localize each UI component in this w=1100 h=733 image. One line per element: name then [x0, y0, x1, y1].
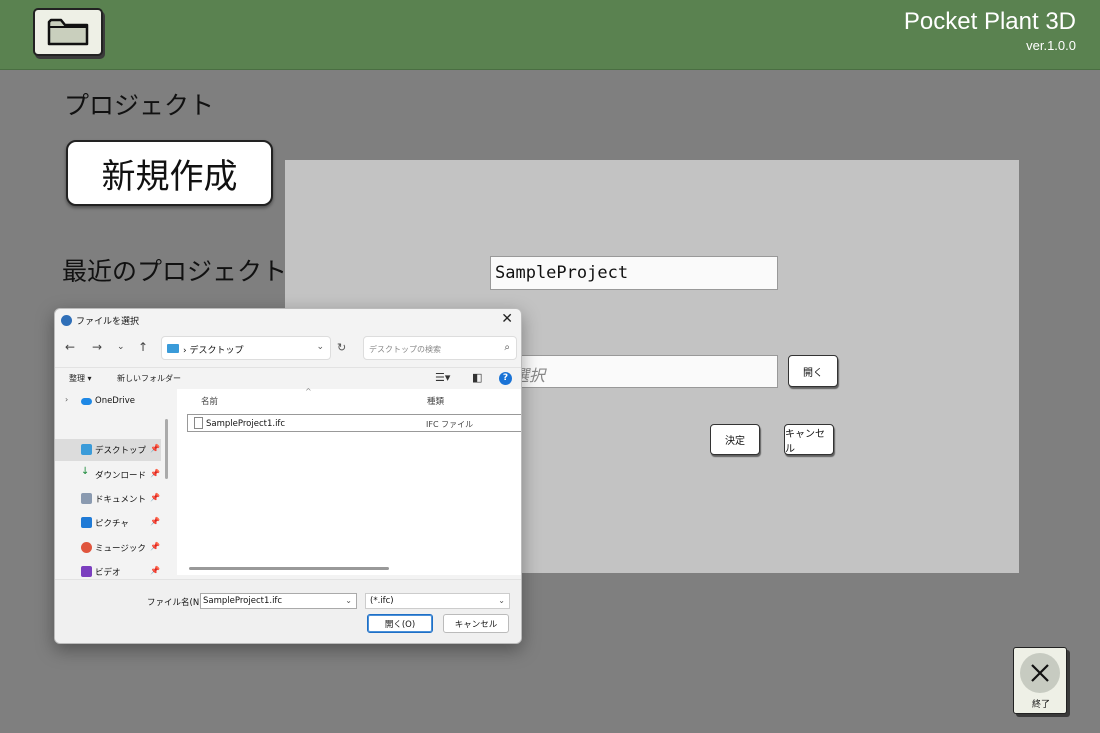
file-icon [194, 417, 203, 429]
pin-icon: 📌 [150, 469, 160, 478]
open-folder-button[interactable] [33, 8, 103, 56]
sort-caret-icon: ^ [305, 387, 312, 396]
pin-icon: 📌 [150, 493, 160, 502]
horizontal-scrollbar[interactable] [189, 567, 389, 570]
recent-locations-chevron-icon[interactable]: ⌄ [117, 342, 125, 352]
cancel-button[interactable]: キャンセル [784, 424, 834, 455]
dialog-cancel-button[interactable]: キャンセル [443, 614, 509, 633]
navigation-bar: ← → ⌄ ↑ › デスクトップ ⌄ ↻ デスクトップの検索 ⌕ [55, 334, 521, 362]
recent-projects-heading: 最近のプロジェクト [62, 257, 288, 286]
exit-label: 終了 [1031, 700, 1050, 710]
file-open-dialog: ファイルを選択 ✕ ← → ⌄ ↑ › デスクトップ ⌄ ↻ デスクトップの検索… [54, 308, 522, 644]
project-name-input[interactable]: SampleProject [490, 256, 778, 290]
back-arrow-icon[interactable]: ← [65, 340, 75, 354]
dialog-footer: ファイル名(N): SampleProject1.ifc ⌄ (*.ifc) ⌄… [55, 579, 521, 643]
file-row[interactable]: SampleProject1.ifc IFC ファイル [187, 414, 521, 432]
sidebar-scrollbar[interactable] [165, 419, 168, 479]
search-input[interactable]: デスクトップの検索 ⌕ [363, 336, 517, 360]
close-icon [1020, 653, 1060, 693]
address-bar[interactable]: › デスクトップ ⌄ [161, 336, 331, 360]
file-select-input[interactable]: ル選択 [490, 355, 778, 388]
dialog-close-icon[interactable]: ✕ [501, 311, 513, 327]
pin-icon: 📌 [150, 542, 160, 551]
exit-button[interactable]: 終了 [1013, 647, 1067, 714]
column-header-name[interactable]: 名前 [201, 395, 218, 407]
desktop-icon [167, 344, 179, 353]
file-type-filter[interactable]: (*.ifc) ⌄ [365, 593, 510, 609]
address-path: › デスクトップ [183, 346, 244, 356]
sidebar-item-desktop[interactable]: デスクトップ 📌 [55, 439, 161, 461]
dialog-title: ファイルを選択 [76, 317, 140, 327]
picture-icon [81, 517, 92, 528]
forward-arrow-icon[interactable]: → [92, 340, 102, 354]
chevron-down-icon[interactable]: ⌄ [316, 342, 324, 352]
sidebar-item-documents[interactable]: ドキュメント 📌 [55, 488, 161, 510]
sidebar-item-videos[interactable]: ビデオ 📌 [55, 561, 161, 577]
cloud-icon [81, 398, 92, 405]
file-list: ^ 名前 種類 SampleProject1.ifc IFC ファイル [177, 387, 521, 575]
command-bar: 整理 ▾ 新しいフォルダー ☰▾ ◧ ? [55, 367, 521, 389]
ok-button[interactable]: 決定 [710, 424, 760, 455]
filename-input[interactable]: SampleProject1.ifc ⌄ [200, 593, 357, 609]
desktop-icon [81, 444, 92, 455]
dialog-titlebar: ファイルを選択 ✕ [55, 309, 521, 333]
expand-chevron-icon[interactable]: › [65, 395, 68, 404]
music-icon [81, 542, 92, 553]
organize-menu[interactable]: 整理 ▾ [69, 373, 92, 384]
new-folder-button[interactable]: 新しいフォルダー [117, 373, 181, 384]
navigation-pane: › OneDrive デスクトップ 📌 ↓ ダウンロード 📌 ドキュメント 📌 … [55, 389, 161, 577]
dialog-open-button[interactable]: 開く(O) [367, 614, 433, 633]
video-icon [81, 566, 92, 577]
chevron-down-icon[interactable]: ⌄ [345, 596, 352, 605]
column-header-type[interactable]: 種類 [427, 395, 444, 407]
pin-icon: 📌 [150, 566, 160, 575]
help-icon[interactable]: ? [499, 372, 512, 385]
view-options-icon[interactable]: ☰▾ [435, 371, 450, 384]
filename-label: ファイル名(N): [147, 598, 206, 608]
pin-icon: 📌 [150, 444, 160, 453]
sidebar-item-onedrive[interactable]: › OneDrive [55, 391, 161, 413]
new-project-button[interactable]: 新規作成 [66, 140, 273, 206]
app-icon [61, 315, 72, 326]
download-icon: ↓ [81, 466, 90, 477]
file-name: SampleProject1.ifc [206, 419, 286, 429]
up-arrow-icon[interactable]: ↑ [138, 340, 148, 354]
open-file-button[interactable]: 開く [788, 355, 838, 387]
search-icon: ⌕ [504, 342, 510, 353]
folder-icon [47, 18, 89, 46]
app-title: Pocket Plant 3D [903, 8, 1076, 35]
file-type: IFC ファイル [426, 420, 474, 429]
document-icon [81, 493, 92, 504]
refresh-icon[interactable]: ↻ [337, 341, 346, 354]
app-version: ver.1.0.0 [1026, 38, 1076, 53]
header-bar: Pocket Plant 3D ver.1.0.0 [0, 0, 1100, 70]
preview-pane-icon[interactable]: ◧ [472, 371, 482, 384]
search-placeholder: デスクトップの検索 [369, 345, 441, 354]
chevron-down-icon[interactable]: ⌄ [498, 596, 505, 605]
sidebar-item-music[interactable]: ミュージック 📌 [55, 537, 161, 559]
sidebar-item-pictures[interactable]: ピクチャ 📌 [55, 512, 161, 534]
pin-icon: 📌 [150, 517, 160, 526]
project-heading: プロジェクト [64, 91, 215, 120]
sidebar-item-downloads[interactable]: ↓ ダウンロード 📌 [55, 464, 161, 486]
